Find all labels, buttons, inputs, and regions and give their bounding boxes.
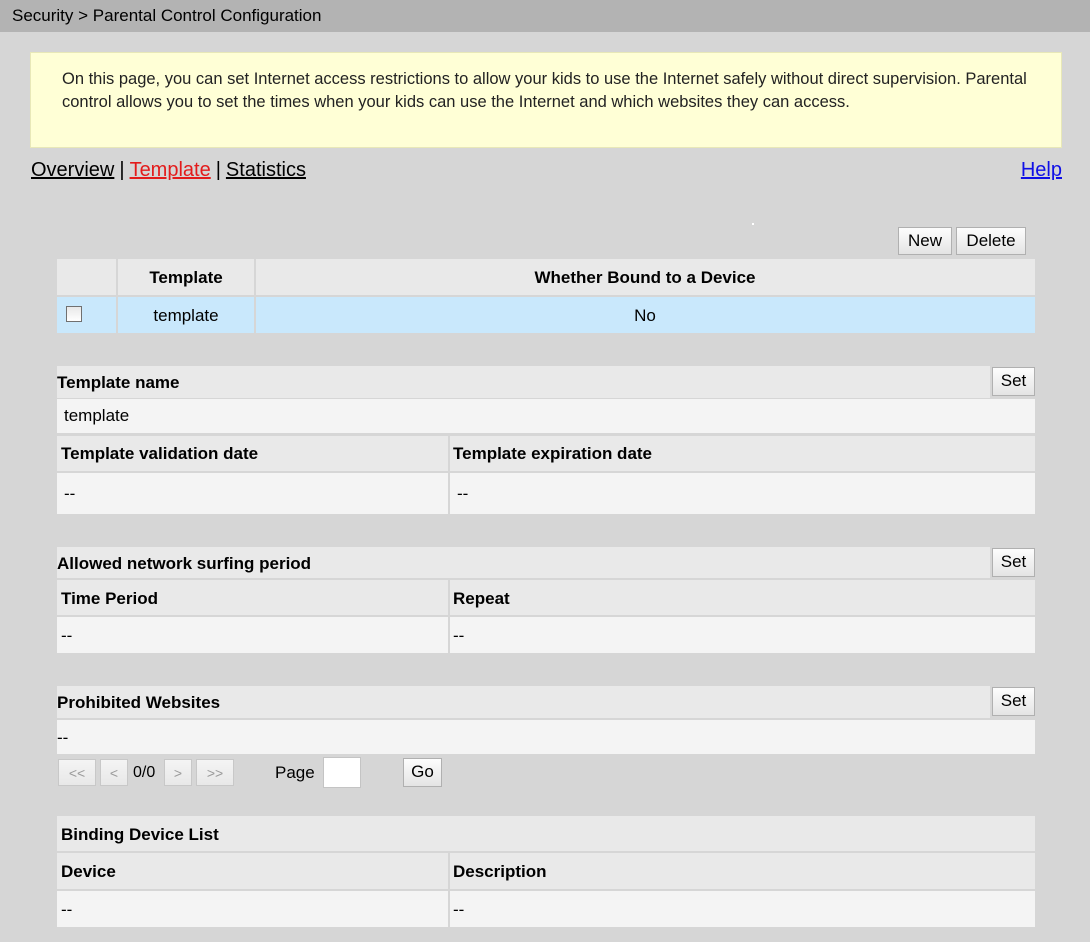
repeat-value: --	[453, 626, 465, 645]
pager-last-button[interactable]: >>	[196, 759, 234, 786]
websites-value-row	[57, 720, 1035, 754]
description-header: Description	[453, 862, 547, 881]
new-button[interactable]: New	[898, 227, 952, 255]
delete-button[interactable]: Delete	[956, 227, 1026, 255]
surfing-set-button[interactable]: Set	[992, 548, 1035, 577]
validation-date-value: --	[64, 484, 76, 503]
row-checkbox[interactable]	[66, 306, 82, 322]
repeat-header: Repeat	[453, 589, 510, 608]
pager-prev-button[interactable]: <	[100, 759, 128, 786]
tab-template[interactable]: Template	[130, 159, 211, 181]
row-template-name: template	[153, 306, 219, 325]
go-button[interactable]: Go	[403, 758, 442, 787]
tab-nav: Overview | Template | Statistics	[31, 159, 306, 182]
page-label: Page	[275, 763, 315, 782]
websites-set-button[interactable]: Set	[992, 687, 1035, 716]
col-bound-header: Whether Bound to a Device	[534, 268, 756, 287]
device-value: --	[61, 900, 73, 919]
title-bar: Security > Parental Control Configuratio…	[0, 0, 1090, 32]
device-header: Device	[61, 862, 116, 881]
pager-count: 0/0	[133, 764, 156, 781]
page-input[interactable]	[323, 757, 361, 788]
template-name-header: Template name	[57, 373, 180, 392]
tab-overview[interactable]: Overview	[31, 159, 114, 181]
column-divider	[448, 436, 450, 514]
surfing-columns-row	[57, 580, 1035, 615]
expiration-date-header: Template expiration date	[453, 444, 653, 463]
column-divider	[448, 853, 450, 927]
nav-separator: |	[215, 159, 221, 181]
column-divider	[254, 259, 256, 333]
column-divider	[116, 259, 118, 333]
description-value: --	[453, 900, 465, 919]
binding-header: Binding Device List	[61, 825, 219, 844]
websites-value: --	[57, 728, 69, 747]
time-period-header: Time Period	[61, 589, 158, 608]
pager-first-button[interactable]: <<	[58, 759, 96, 786]
row-bound-status: No	[634, 306, 656, 325]
template-name-header-bar	[57, 366, 990, 398]
column-divider	[448, 580, 450, 653]
tab-statistics[interactable]: Statistics	[226, 159, 306, 181]
time-period-value: --	[61, 626, 73, 645]
decorative-dot	[752, 223, 754, 225]
expiration-date-value: --	[457, 484, 469, 503]
template-name-value: template	[64, 406, 130, 425]
template-name-value-row	[57, 399, 1035, 433]
breadcrumb: Security > Parental Control Configuratio…	[12, 6, 322, 25]
col-template-header: Template	[149, 268, 223, 287]
binding-value-row	[57, 891, 1035, 927]
nav-separator: |	[119, 159, 125, 181]
info-box: On this page, you can set Internet acces…	[30, 52, 1062, 148]
help-link[interactable]: Help	[1021, 159, 1062, 182]
template-name-set-button[interactable]: Set	[992, 367, 1035, 396]
websites-header: Prohibited Websites	[57, 693, 221, 712]
validation-date-header: Template validation date	[61, 444, 259, 463]
surfing-header: Allowed network surfing period	[57, 554, 312, 573]
surfing-value-row	[57, 617, 1035, 653]
dates-value-row	[57, 473, 1035, 514]
pager-next-button[interactable]: >	[164, 759, 192, 786]
